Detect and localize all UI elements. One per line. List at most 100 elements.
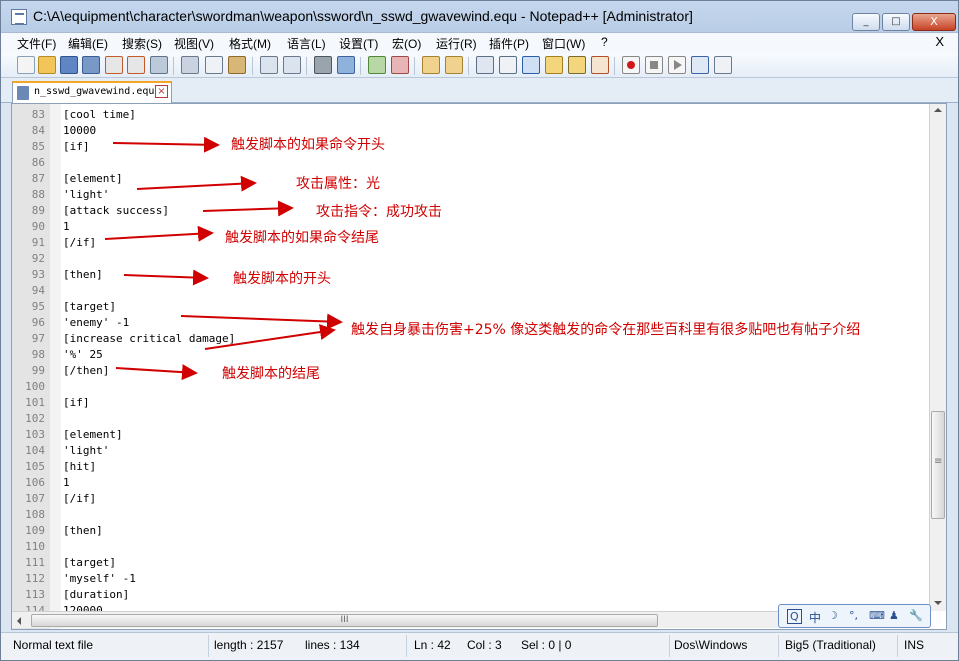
word-wrap-icon[interactable] bbox=[476, 56, 494, 74]
play-macro-icon[interactable] bbox=[668, 56, 686, 74]
indent-guide-icon[interactable] bbox=[522, 56, 540, 74]
find-icon[interactable] bbox=[314, 56, 332, 74]
menu-run[interactable]: 运行(R) bbox=[436, 35, 477, 52]
line-number: 86 bbox=[31, 156, 45, 169]
replace-icon[interactable] bbox=[337, 56, 355, 74]
code-line[interactable]: 108 bbox=[12, 507, 932, 523]
code-line[interactable]: 112 'myself' -1 bbox=[12, 571, 932, 587]
code-line[interactable]: 109 [then] bbox=[12, 523, 932, 539]
undo-icon[interactable] bbox=[260, 56, 278, 74]
close-file-icon[interactable] bbox=[105, 56, 123, 74]
line-number: 96 bbox=[31, 316, 45, 329]
vertical-scroll-thumb[interactable]: ≡ bbox=[931, 411, 945, 519]
ime-halfwidth-icon[interactable]: ☽ bbox=[828, 609, 838, 622]
paste-icon[interactable] bbox=[228, 56, 246, 74]
code-line[interactable]: 95 [target] bbox=[12, 299, 932, 315]
ime-punctuation-icon[interactable]: °, bbox=[849, 609, 858, 622]
code-line[interactable]: 91 [/if] bbox=[12, 235, 932, 251]
code-line[interactable]: 103 [element] bbox=[12, 427, 932, 443]
close-document-button[interactable]: X bbox=[935, 34, 944, 49]
show-all-chars-icon[interactable] bbox=[499, 56, 517, 74]
close-button[interactable]: X bbox=[912, 13, 956, 31]
window-title: C:\A\equipment\character\swordman\weapon… bbox=[33, 8, 693, 24]
code-line[interactable]: 102 bbox=[12, 411, 932, 427]
horizontal-scroll-thumb[interactable]: III bbox=[31, 614, 658, 627]
new-file-icon[interactable] bbox=[17, 56, 35, 74]
code-line[interactable]: 86 bbox=[12, 155, 932, 171]
close-all-icon[interactable] bbox=[127, 56, 145, 74]
menu-search[interactable]: 搜索(S) bbox=[122, 35, 162, 52]
run-macro-multiple-icon[interactable] bbox=[691, 56, 709, 74]
ime-logo-icon[interactable]: Q bbox=[787, 609, 802, 624]
code-line[interactable]: 99 [/then] bbox=[12, 363, 932, 379]
code-line[interactable]: 90 1 bbox=[12, 219, 932, 235]
document-map-icon[interactable] bbox=[568, 56, 586, 74]
zoom-out-icon[interactable] bbox=[391, 56, 409, 74]
copy-icon[interactable] bbox=[205, 56, 223, 74]
menu-plugins[interactable]: 插件(P) bbox=[489, 35, 529, 52]
open-file-icon[interactable] bbox=[38, 56, 56, 74]
menu-view[interactable]: 视图(V) bbox=[174, 35, 214, 52]
menu-settings[interactable]: 设置(T) bbox=[339, 35, 378, 52]
line-text: [duration] bbox=[63, 588, 130, 601]
tab-n-sswd-gwavewind[interactable]: n_sswd_gwavewind.equ × bbox=[12, 81, 172, 103]
ime-settings-icon[interactable]: 🔧 bbox=[909, 609, 923, 622]
menu-help[interactable]: ? bbox=[601, 35, 608, 49]
line-text: '%' 25 bbox=[63, 348, 103, 361]
code-line[interactable]: 107 [/if] bbox=[12, 491, 932, 507]
tab-close-icon[interactable]: × bbox=[155, 85, 168, 98]
ime-keyboard-icon[interactable]: ⌨ bbox=[869, 609, 885, 622]
code-line[interactable]: 100 bbox=[12, 379, 932, 395]
menu-edit[interactable]: 编辑(E) bbox=[68, 35, 108, 52]
sync-horizontal-icon[interactable] bbox=[445, 56, 463, 74]
menu-window[interactable]: 窗口(W) bbox=[542, 35, 585, 52]
ime-chinese-mode[interactable]: 中 bbox=[809, 609, 821, 626]
save-all-icon[interactable] bbox=[82, 56, 100, 74]
code-line[interactable]: 105 [hit] bbox=[12, 459, 932, 475]
line-text: 'light' bbox=[63, 188, 110, 201]
user-define-language-icon[interactable] bbox=[545, 56, 563, 74]
code-line[interactable]: 89 [attack success] bbox=[12, 203, 932, 219]
print-icon[interactable] bbox=[150, 56, 168, 74]
editor-area[interactable]: 83 [cool time] 84 10000 85 [if] 86 87 [element] 8… bbox=[11, 103, 947, 630]
scroll-up-icon[interactable] bbox=[934, 108, 942, 112]
menu-format[interactable]: 格式(M) bbox=[229, 35, 271, 52]
function-list-icon[interactable] bbox=[591, 56, 609, 74]
vertical-scrollbar[interactable]: ≡ bbox=[929, 104, 946, 611]
ime-toolbar[interactable]: Q 中 ☽ °, ⌨ ♟ 🔧 bbox=[778, 604, 931, 628]
code-line[interactable]: 110 bbox=[12, 539, 932, 555]
code-line[interactable]: 93 [then] bbox=[12, 267, 932, 283]
scroll-down-icon[interactable] bbox=[934, 601, 942, 605]
menu-macro[interactable]: 宏(O) bbox=[392, 35, 421, 52]
code-line[interactable]: 94 bbox=[12, 283, 932, 299]
code-line[interactable]: 87 [element] bbox=[12, 171, 932, 187]
menu-file[interactable]: 文件(F) bbox=[17, 35, 56, 52]
scroll-left-icon[interactable] bbox=[17, 617, 21, 625]
line-text: 'myself' -1 bbox=[63, 572, 136, 585]
line-text: [/if] bbox=[63, 236, 97, 249]
code-line[interactable]: 111 [target] bbox=[12, 555, 932, 571]
sync-vertical-icon[interactable] bbox=[422, 56, 440, 74]
menu-language[interactable]: 语言(L) bbox=[287, 35, 326, 52]
cut-icon[interactable] bbox=[181, 56, 199, 74]
stop-macro-icon[interactable] bbox=[645, 56, 663, 74]
code-line[interactable]: 104 'light' bbox=[12, 443, 932, 459]
zoom-in-icon[interactable] bbox=[368, 56, 386, 74]
maximize-button[interactable]: □ bbox=[882, 13, 910, 31]
line-text: [/then] bbox=[63, 364, 110, 377]
ime-user-icon[interactable]: ♟ bbox=[889, 609, 899, 622]
code-line[interactable]: 84 10000 bbox=[12, 123, 932, 139]
code-line[interactable]: 98 '%' 25 bbox=[12, 347, 932, 363]
code-line[interactable]: 101 [if] bbox=[12, 395, 932, 411]
code-line[interactable]: 85 [if] bbox=[12, 139, 932, 155]
save-macro-icon[interactable] bbox=[714, 56, 732, 74]
code-line[interactable]: 113 [duration] bbox=[12, 587, 932, 603]
save-icon[interactable] bbox=[60, 56, 78, 74]
code-line[interactable]: 92 bbox=[12, 251, 932, 267]
code-line[interactable]: 106 1 bbox=[12, 475, 932, 491]
redo-icon[interactable] bbox=[283, 56, 301, 74]
code-line[interactable]: 83 [cool time] bbox=[12, 107, 932, 123]
record-macro-icon[interactable] bbox=[622, 56, 640, 74]
minimize-button[interactable]: _ bbox=[852, 13, 880, 31]
code-line[interactable]: 88 'light' bbox=[12, 187, 932, 203]
